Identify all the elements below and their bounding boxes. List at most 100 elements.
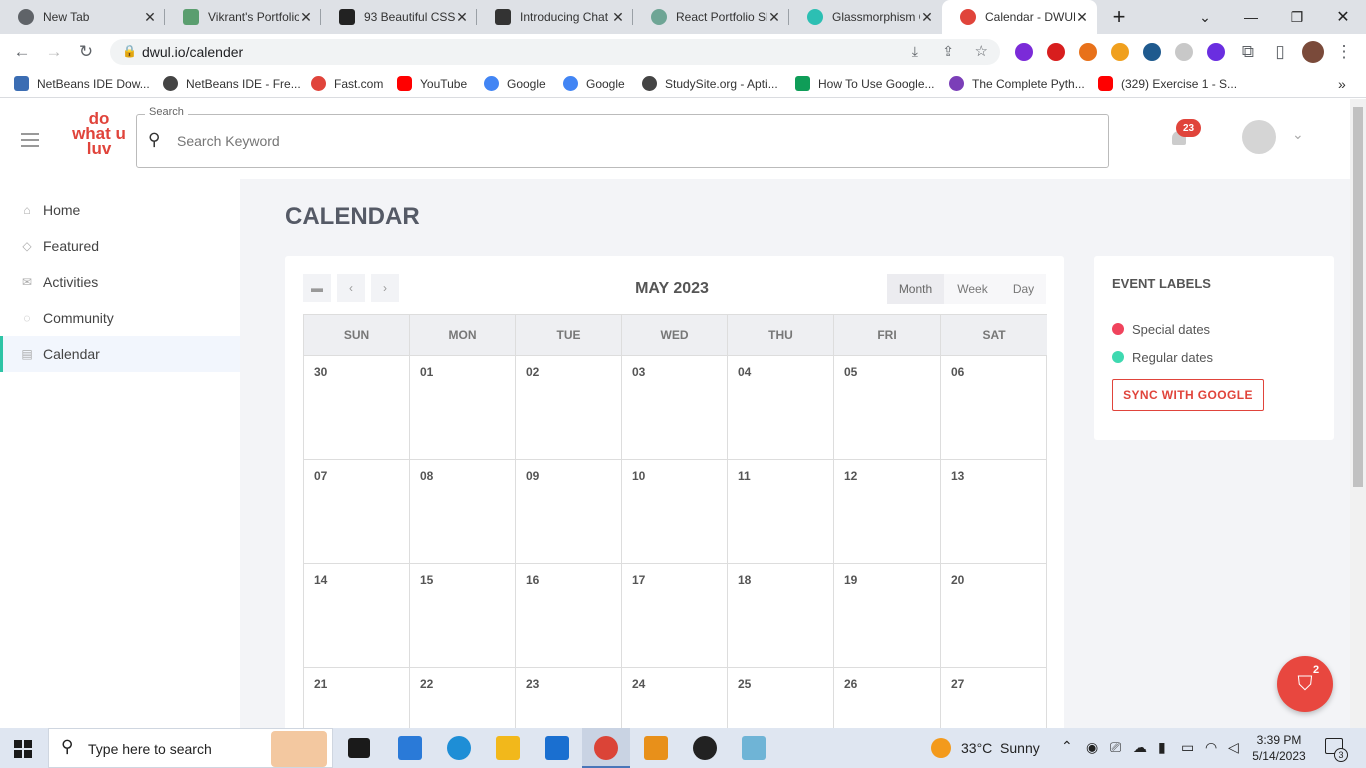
sidebar-item-featured[interactable]: ◇ Featured: [0, 228, 240, 264]
view-month-button[interactable]: Month: [887, 274, 944, 304]
tab-glassmorphism[interactable]: Glassmorphism C ✕: [789, 0, 942, 34]
tab-vikrants-portfolio[interactable]: Vikrant's Portfolio ✕: [165, 0, 321, 34]
chrome-taskbar-button[interactable]: [582, 728, 630, 768]
prev-month-button[interactable]: ‹: [337, 274, 365, 302]
day-cell[interactable]: 20: [941, 563, 1047, 667]
tray-mic-icon[interactable]: ▮: [1158, 739, 1166, 756]
mail-icon[interactable]: [545, 736, 569, 760]
tab-new-tab[interactable]: New Tab ✕: [0, 0, 165, 34]
tab-calendar-dwul[interactable]: Calendar - DWUL ✕: [942, 0, 1097, 34]
day-cell[interactable]: 18: [728, 563, 834, 667]
day-cell[interactable]: 22: [410, 667, 516, 728]
bookmark-item[interactable]: StudySite.org - Apti...: [642, 76, 778, 91]
close-icon[interactable]: ✕: [920, 9, 934, 26]
day-cell[interactable]: 30: [304, 355, 410, 459]
extension-icon[interactable]: [1015, 43, 1033, 61]
sidebar-item-calendar[interactable]: ▤ Calendar: [0, 336, 240, 372]
day-cell[interactable]: 07: [304, 459, 410, 563]
app-icon[interactable]: [742, 736, 766, 760]
view-day-button[interactable]: Day: [1001, 274, 1046, 304]
scrollbar-thumb[interactable]: [1353, 107, 1363, 487]
adblock-icon[interactable]: [1047, 43, 1065, 61]
day-cell[interactable]: 10: [622, 459, 728, 563]
side-panel-icon[interactable]: ▯: [1268, 40, 1292, 64]
extensions-puzzle-icon[interactable]: ⧉: [1236, 40, 1260, 64]
tray-volume-icon[interactable]: ◁: [1228, 739, 1239, 756]
sync-with-google-button[interactable]: SYNC WITH GOOGLE: [1112, 379, 1264, 411]
weather-sun-icon[interactable]: [931, 738, 951, 758]
day-cell[interactable]: 14: [304, 563, 410, 667]
bookmark-item[interactable]: Google: [484, 76, 546, 91]
day-cell[interactable]: 05: [834, 355, 941, 459]
extension-icon[interactable]: [1207, 43, 1225, 61]
hamburger-menu-icon[interactable]: [21, 133, 39, 147]
sidebar-item-community[interactable]: ◌ Community: [0, 300, 240, 336]
weather-text[interactable]: 33°C Sunny: [961, 740, 1040, 756]
file-explorer-icon[interactable]: [496, 736, 520, 760]
reload-icon[interactable]: ↻: [74, 40, 98, 64]
edge-icon[interactable]: [447, 736, 471, 760]
close-icon[interactable]: ✕: [143, 9, 157, 26]
bookmark-item[interactable]: How To Use Google...: [795, 76, 935, 91]
close-window-icon[interactable]: ✕: [1320, 0, 1366, 34]
sidebar-item-activities[interactable]: ✉ Activities: [0, 264, 240, 300]
tray-battery-icon[interactable]: ▭: [1181, 739, 1194, 756]
view-week-button[interactable]: Week: [944, 274, 1001, 304]
day-cell[interactable]: 12: [834, 459, 941, 563]
new-tab-button[interactable]: +: [1097, 0, 1141, 34]
day-cell[interactable]: 25: [728, 667, 834, 728]
search-field[interactable]: Search ⚲: [136, 106, 1109, 168]
extension-icon[interactable]: [1079, 43, 1097, 61]
day-cell[interactable]: 26: [834, 667, 941, 728]
tab-search-chevron-icon[interactable]: ⌄: [1182, 0, 1228, 34]
day-cell[interactable]: 04: [728, 355, 834, 459]
day-cell[interactable]: 06: [941, 355, 1047, 459]
cart-fab-button[interactable]: ⛉ 2: [1277, 656, 1333, 712]
restore-icon[interactable]: ❐: [1274, 0, 1320, 34]
day-cell[interactable]: 15: [410, 563, 516, 667]
sidebar-item-home[interactable]: ⌂ Home: [0, 192, 240, 228]
back-icon[interactable]: ←: [10, 40, 34, 64]
day-cell[interactable]: 16: [516, 563, 622, 667]
vscode-icon[interactable]: [398, 736, 422, 760]
tray-chevron-icon[interactable]: ⌃: [1061, 738, 1073, 755]
day-cell[interactable]: 23: [516, 667, 622, 728]
color-picker-icon[interactable]: [1111, 43, 1129, 61]
tab-chatgpt[interactable]: Introducing Chat ✕: [477, 0, 633, 34]
tray-camera-icon[interactable]: ⎚: [1110, 739, 1121, 756]
tray-record-icon[interactable]: ◉: [1086, 739, 1098, 756]
page-scrollbar[interactable]: [1350, 99, 1366, 728]
obs-icon[interactable]: [693, 736, 717, 760]
day-cell[interactable]: 24: [622, 667, 728, 728]
day-cell[interactable]: 11: [728, 459, 834, 563]
close-icon[interactable]: ✕: [767, 9, 781, 26]
taskbar-clock[interactable]: 3:39 PM 5/14/2023: [1250, 732, 1308, 764]
windows-start-icon[interactable]: [14, 740, 32, 758]
bookmark-item[interactable]: YouTube: [397, 76, 467, 91]
close-icon[interactable]: ✕: [1075, 9, 1089, 26]
sublime-text-icon[interactable]: [644, 736, 668, 760]
user-avatar[interactable]: [1242, 120, 1276, 154]
tab-react-portfolio[interactable]: React Portfolio Sl ✕: [633, 0, 789, 34]
bookmark-item[interactable]: (329) Exercise 1 - S...: [1098, 76, 1237, 91]
forward-icon[interactable]: →: [42, 40, 66, 64]
close-icon[interactable]: ✕: [455, 9, 469, 26]
taskbar-search-box[interactable]: ⚲ Type here to search: [48, 728, 333, 768]
bookmark-item[interactable]: NetBeans IDE - Fre...: [163, 76, 301, 91]
profile-avatar[interactable]: [1302, 41, 1324, 63]
bookmark-star-icon[interactable]: ☆: [975, 42, 988, 60]
day-cell[interactable]: 02: [516, 355, 622, 459]
tray-cloud-icon[interactable]: ☁: [1133, 739, 1147, 756]
close-icon[interactable]: ✕: [611, 9, 625, 26]
address-bar[interactable]: 🔒 dwul.io/calender ⤓ ⇪ ☆: [110, 39, 1000, 65]
tab-css-buttons[interactable]: 93 Beautiful CSS ✕: [321, 0, 477, 34]
day-cell[interactable]: 03: [622, 355, 728, 459]
day-cell[interactable]: 19: [834, 563, 941, 667]
day-cell[interactable]: 27: [941, 667, 1047, 728]
calendar-icon[interactable]: ▬: [303, 274, 331, 302]
day-cell[interactable]: 13: [941, 459, 1047, 563]
chevron-down-icon[interactable]: ⌄: [1292, 126, 1304, 143]
day-cell[interactable]: 09: [516, 459, 622, 563]
bookmark-item[interactable]: Fast.com: [311, 76, 383, 91]
next-month-button[interactable]: ›: [371, 274, 399, 302]
